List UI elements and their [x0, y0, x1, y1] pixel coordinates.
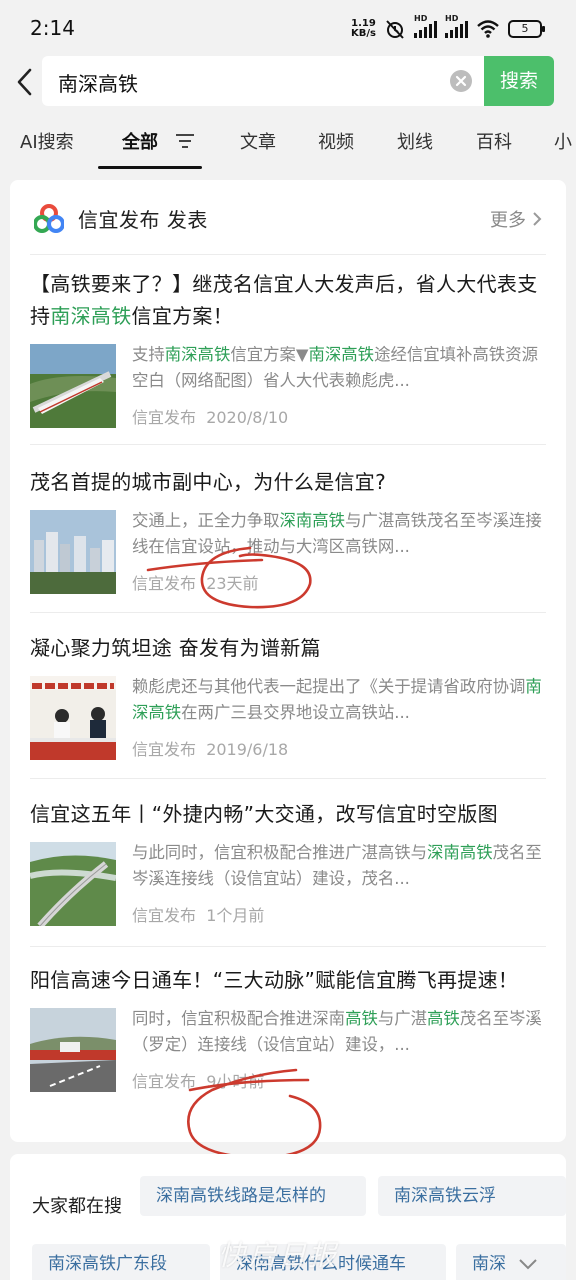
tab-ai-search[interactable]: AI搜索	[20, 128, 74, 154]
article-item-3[interactable]: 凝心聚力筑坦途 奋发有为谱新篇 赖彪虎还与其他代表一起提出了《关于提请省政府协调…	[30, 632, 546, 764]
more-link[interactable]: 更多	[490, 206, 542, 232]
battery-icon: 5	[508, 20, 545, 38]
filter-icon[interactable]	[176, 134, 194, 148]
article-item-4[interactable]: 信宜这五年丨“外捷内畅”大交通，改写信宜时空版图 与此同时，信宜积极配合推进广湛…	[30, 798, 546, 930]
article-meta: 信宜发布 23天前	[132, 574, 259, 593]
divider	[30, 612, 546, 613]
back-arrow-icon[interactable]	[10, 62, 42, 102]
article-title[interactable]: 【高铁要来了？】继茂名信宜人大发声后，省人大代表支持南深高铁信宜方案！	[30, 268, 546, 332]
clear-icon[interactable]	[450, 70, 472, 92]
article-item-5[interactable]: 阳信高速今日通车！“三大动脉”赋能信宜腾飞再提速！ 同时，信宜积极配合推进深南高…	[30, 964, 546, 1096]
popular-search-chip[interactable]: 南深高铁广东段	[32, 1244, 210, 1280]
article-meta: 信宜发布 9小时前	[132, 1072, 265, 1091]
publisher-header[interactable]: 信宜发布 发表 更多	[10, 180, 566, 256]
divider	[30, 778, 546, 779]
status-time: 2:14	[30, 16, 75, 40]
chevron-down-icon[interactable]	[518, 1258, 538, 1270]
status-bar: 2:14 1.19 KB/s HD HD 5	[0, 0, 576, 56]
article-item-1[interactable]: 【高铁要来了？】继茂名信宜人大发声后，省人大代表支持南深高铁信宜方案！ 支持南深…	[30, 268, 546, 432]
article-title[interactable]: 茂名首提的城市副中心，为什么是信宜?	[30, 466, 546, 498]
article-snippet: 赖彪虎还与其他代表一起提出了《关于提请省政府协调南深高铁在两广三县交界地设立高铁…	[132, 677, 542, 722]
article-item-2[interactable]: 茂名首提的城市副中心，为什么是信宜? 交通上，正全力争取深南高铁与广湛高铁茂名至…	[30, 466, 546, 598]
watermark: 快启日报	[218, 1239, 339, 1272]
tab-videos[interactable]: 视频	[318, 128, 354, 154]
tab-articles[interactable]: 文章	[240, 128, 276, 154]
article-title[interactable]: 阳信高速今日通车！“三大动脉”赋能信宜腾飞再提速！	[30, 964, 546, 996]
article-thumbnail	[30, 1008, 116, 1092]
article-meta: 信宜发布 2020/8/10	[132, 408, 289, 427]
search-input[interactable]: 南深高铁	[42, 56, 484, 106]
article-title[interactable]: 信宜这五年丨“外捷内畅”大交通，改写信宜时空版图	[30, 798, 546, 830]
tab-baike[interactable]: 百科	[476, 128, 512, 154]
article-thumbnail	[30, 510, 116, 594]
article-thumbnail	[30, 344, 116, 428]
tab-highlights[interactable]: 划线	[397, 128, 433, 154]
divider	[30, 946, 546, 947]
search-tabs: AI搜索 全部 文章 视频 划线 百科 小	[0, 108, 576, 174]
publisher-result-card: 信宜发布 发表 更多 【高铁要来了？】继茂名信宜人大发声后，省人大代表支持南深高…	[10, 180, 566, 1142]
search-bar: 南深高铁 搜索	[0, 56, 576, 108]
active-tab-indicator	[98, 166, 202, 169]
publisher-title: 信宜发布 发表	[78, 208, 208, 232]
alarm-muted-icon	[386, 20, 404, 39]
popular-search-chip[interactable]: 南深高铁云浮	[378, 1176, 566, 1216]
search-button[interactable]: 搜索	[484, 56, 554, 106]
article-meta: 信宜发布 2019/6/18	[132, 740, 289, 759]
tab-more[interactable]: 小	[554, 128, 572, 154]
article-snippet: 支持南深高铁信宜方案▼南深高铁途经信宜填补高铁资源空白（网络配图）省人大代表赖彪…	[132, 345, 538, 390]
chevron-right-icon	[533, 212, 542, 226]
article-meta: 信宜发布 1个月前	[132, 906, 265, 925]
popular-searches-label: 大家都在搜	[32, 1196, 122, 1217]
publisher-logo-icon	[34, 204, 64, 233]
popular-search-chip[interactable]: 南深	[456, 1244, 566, 1280]
divider	[30, 254, 546, 255]
popular-search-chip[interactable]: 深南高铁线路是怎样的	[140, 1176, 366, 1216]
article-snippet: 交通上，正全力争取深南高铁与广湛高铁茂名至岑溪连接线在信宜设站，推动与大湾区高铁…	[132, 511, 542, 556]
network-speed: 1.19 KB/s	[351, 18, 376, 39]
article-thumbnail	[30, 842, 116, 926]
search-query-text[interactable]: 南深高铁	[58, 68, 138, 97]
signal-icon: HD	[414, 14, 437, 38]
signal-icon-2: HD	[445, 14, 468, 38]
article-title[interactable]: 凝心聚力筑坦途 奋发有为谱新篇	[30, 632, 546, 664]
status-icons: 1.19 KB/s HD HD 5	[351, 14, 545, 42]
article-snippet: 与此同时，信宜积极配合推进广湛高铁与深南高铁茂名至岑溪连接线（设信宜站）建设，茂…	[132, 843, 542, 888]
wifi-icon	[477, 20, 499, 38]
article-thumbnail	[30, 676, 116, 760]
divider	[30, 444, 546, 445]
article-snippet: 同时，信宜积极配合推进深南高铁与广湛高铁茂名至岑溪（罗定）连接线（设信宜站）建设…	[132, 1009, 542, 1054]
tab-all[interactable]: 全部	[122, 128, 158, 154]
